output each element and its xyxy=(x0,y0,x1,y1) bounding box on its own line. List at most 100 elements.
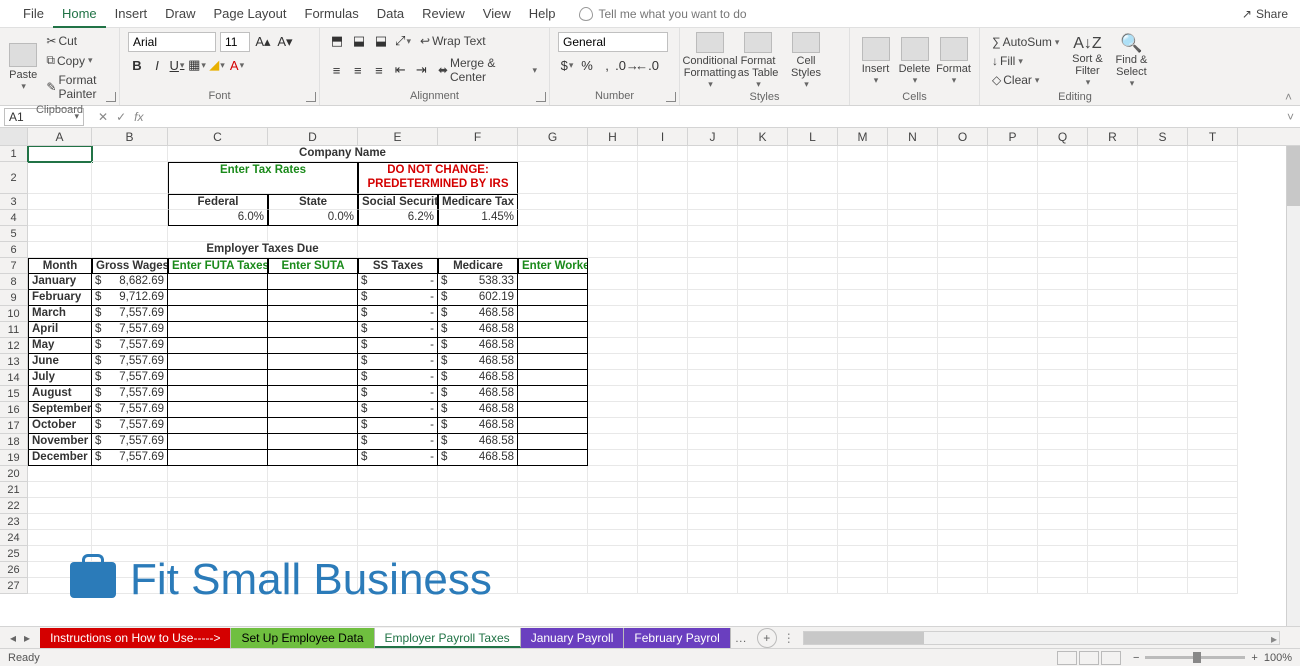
cell-E14[interactable]: $- xyxy=(358,370,438,386)
cell-B21[interactable] xyxy=(92,482,168,498)
cell-E17[interactable]: $- xyxy=(358,418,438,434)
cell-A11[interactable]: April xyxy=(28,322,92,338)
cell-B18[interactable]: $7,557.69 xyxy=(92,434,168,450)
column-header-Q[interactable]: Q xyxy=(1038,128,1088,145)
cell-P1[interactable] xyxy=(988,146,1038,162)
cell-D5[interactable] xyxy=(268,226,358,242)
row-header-5[interactable]: 5 xyxy=(0,226,28,242)
row-header-25[interactable]: 25 xyxy=(0,546,28,562)
cell-O18[interactable] xyxy=(938,434,988,450)
tab-file[interactable]: File xyxy=(14,0,53,28)
sheet-nav-next[interactable]: ▸ xyxy=(24,631,30,645)
collapse-ribbon-button[interactable]: ˄ xyxy=(1285,90,1292,104)
cell-A7[interactable]: Month xyxy=(28,258,92,274)
cell-P10[interactable] xyxy=(988,306,1038,322)
cell-R15[interactable] xyxy=(1088,386,1138,402)
cell-P8[interactable] xyxy=(988,274,1038,290)
cell-T9[interactable] xyxy=(1188,290,1238,306)
cell-F16[interactable]: $468.58 xyxy=(438,402,518,418)
cell-H24[interactable] xyxy=(588,530,638,546)
cell-G9[interactable] xyxy=(518,290,588,306)
cell-A4[interactable] xyxy=(28,210,92,226)
cell-H20[interactable] xyxy=(588,466,638,482)
cell-B11[interactable]: $7,557.69 xyxy=(92,322,168,338)
tab-insert[interactable]: Insert xyxy=(106,0,157,28)
cell-C24[interactable] xyxy=(168,530,268,546)
cell-O11[interactable] xyxy=(938,322,988,338)
cell-O2[interactable] xyxy=(938,162,988,194)
cell-J8[interactable] xyxy=(688,274,738,290)
cell-C16[interactable] xyxy=(168,402,268,418)
column-header-R[interactable]: R xyxy=(1088,128,1138,145)
view-page-break-button[interactable] xyxy=(1101,651,1121,665)
cell-T25[interactable] xyxy=(1188,546,1238,562)
cell-B24[interactable] xyxy=(92,530,168,546)
cell-R18[interactable] xyxy=(1088,434,1138,450)
cell-M1[interactable] xyxy=(838,146,888,162)
row-header-26[interactable]: 26 xyxy=(0,562,28,578)
insert-cells-button[interactable]: Insert▾ xyxy=(858,32,893,90)
cell-S27[interactable] xyxy=(1138,578,1188,594)
cell-H4[interactable] xyxy=(588,210,638,226)
cell-D24[interactable] xyxy=(268,530,358,546)
tab-draw[interactable]: Draw xyxy=(156,0,204,28)
cell-D17[interactable] xyxy=(268,418,358,434)
cell-B12[interactable]: $7,557.69 xyxy=(92,338,168,354)
cell-Q15[interactable] xyxy=(1038,386,1088,402)
cell-M7[interactable] xyxy=(838,258,888,274)
cell-P2[interactable] xyxy=(988,162,1038,194)
cell-K3[interactable] xyxy=(738,194,788,210)
cell-N17[interactable] xyxy=(888,418,938,434)
cell-I4[interactable] xyxy=(638,210,688,226)
sheet-tab-0[interactable]: Instructions on How to Use-----> xyxy=(40,628,231,648)
cell-K27[interactable] xyxy=(738,578,788,594)
cell-I6[interactable] xyxy=(638,242,688,258)
cell-T21[interactable] xyxy=(1188,482,1238,498)
cell-H7[interactable] xyxy=(588,258,638,274)
cell-C1[interactable]: Company Name xyxy=(168,146,518,162)
cell-N12[interactable] xyxy=(888,338,938,354)
cell-I20[interactable] xyxy=(638,466,688,482)
cell-A6[interactable] xyxy=(28,242,92,258)
row-header-19[interactable]: 19 xyxy=(0,450,28,466)
cell-H15[interactable] xyxy=(588,386,638,402)
cell-E18[interactable]: $- xyxy=(358,434,438,450)
cell-O16[interactable] xyxy=(938,402,988,418)
cell-K4[interactable] xyxy=(738,210,788,226)
cell-S5[interactable] xyxy=(1138,226,1188,242)
cell-G27[interactable] xyxy=(518,578,588,594)
column-header-A[interactable]: A xyxy=(28,128,92,145)
cell-P5[interactable] xyxy=(988,226,1038,242)
cell-I3[interactable] xyxy=(638,194,688,210)
cell-R2[interactable] xyxy=(1088,162,1138,194)
cell-F3[interactable]: Medicare Tax xyxy=(438,194,518,210)
cell-N10[interactable] xyxy=(888,306,938,322)
cell-L7[interactable] xyxy=(788,258,838,274)
cell-S22[interactable] xyxy=(1138,498,1188,514)
cell-B23[interactable] xyxy=(92,514,168,530)
cell-E12[interactable]: $- xyxy=(358,338,438,354)
cell-K8[interactable] xyxy=(738,274,788,290)
cell-A25[interactable] xyxy=(28,546,92,562)
cell-L18[interactable] xyxy=(788,434,838,450)
column-header-T[interactable]: T xyxy=(1188,128,1238,145)
cell-E5[interactable] xyxy=(358,226,438,242)
cell-Q3[interactable] xyxy=(1038,194,1088,210)
cell-T26[interactable] xyxy=(1188,562,1238,578)
percent-button[interactable]: % xyxy=(578,56,596,74)
cell-E2[interactable]: DO NOT CHANGE:PREDETERMINED BY IRS xyxy=(358,162,518,194)
cell-R25[interactable] xyxy=(1088,546,1138,562)
cell-H26[interactable] xyxy=(588,562,638,578)
cell-K9[interactable] xyxy=(738,290,788,306)
zoom-out-button[interactable]: − xyxy=(1133,652,1139,664)
cut-button[interactable]: ✂Cut xyxy=(42,32,111,50)
vertical-scrollbar[interactable] xyxy=(1286,146,1300,626)
format-as-table-button[interactable]: Format as Table▾ xyxy=(736,32,780,90)
cell-P12[interactable] xyxy=(988,338,1038,354)
row-header-15[interactable]: 15 xyxy=(0,386,28,402)
cell-I21[interactable] xyxy=(638,482,688,498)
cell-H16[interactable] xyxy=(588,402,638,418)
cell-M27[interactable] xyxy=(838,578,888,594)
cell-Q21[interactable] xyxy=(1038,482,1088,498)
cell-L3[interactable] xyxy=(788,194,838,210)
